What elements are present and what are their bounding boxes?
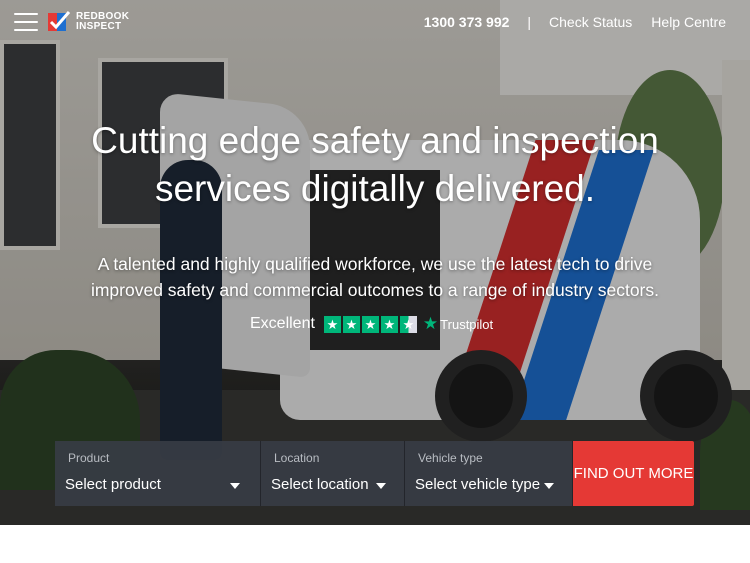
star-icon: ★ — [323, 315, 341, 333]
star-icon: ★ — [380, 315, 398, 333]
star-icon: ★ — [342, 315, 360, 333]
hero-subtext: A talented and highly qualified workforc… — [0, 251, 750, 303]
star-icon: ★ — [361, 315, 379, 333]
find-out-more-button[interactable]: FIND OUT MORE — [573, 441, 694, 506]
phone-link[interactable]: 1300 373 992 — [424, 14, 510, 30]
logo-wordmark: REDBOOK INSPECT — [76, 12, 129, 32]
check-status-link[interactable]: Check Status — [549, 14, 632, 30]
menu-line — [14, 13, 38, 15]
product-value: Select product — [65, 476, 161, 493]
redbook-check-logo-icon — [47, 10, 71, 34]
location-select[interactable]: Location Select location — [261, 441, 405, 506]
rating-stars: ★ ★ ★ ★ ★ — [323, 315, 417, 333]
product-select[interactable]: Product Select product — [55, 441, 261, 506]
nav-separator: | — [527, 14, 532, 30]
caret-down-icon — [544, 483, 554, 489]
top-nav: 1300 373 992 | Check Status Help Centre — [424, 14, 726, 30]
trustpilot-star-icon: ★ — [422, 314, 439, 333]
trustpilot-logo: ★ Trustpilot — [423, 314, 493, 334]
subtext-line: A talented and highly qualified workforc… — [97, 254, 653, 274]
caret-down-icon — [376, 483, 386, 489]
logo-line2: INSPECT — [76, 21, 122, 32]
location-label: Location — [274, 451, 320, 465]
product-label: Product — [68, 451, 110, 465]
menu-line — [14, 29, 38, 31]
trustpilot-rating[interactable]: Excellent ★ ★ ★ ★ ★ ★ Trustpilot — [250, 314, 493, 334]
menu-line — [14, 21, 38, 23]
caret-down-icon — [230, 483, 240, 489]
help-centre-link[interactable]: Help Centre — [651, 14, 726, 30]
rating-label: Excellent — [250, 315, 315, 332]
vehicle-type-value: Select vehicle type — [415, 476, 541, 493]
half-star-icon: ★ — [399, 315, 417, 333]
redbook-inspect-logo[interactable]: REDBOOK INSPECT — [47, 10, 129, 34]
hamburger-icon[interactable] — [14, 13, 38, 33]
hero-headline: Cutting edge safety and inspection servi… — [0, 117, 750, 213]
headline-line: Cutting edge safety and inspection — [91, 120, 659, 161]
vehicle-type-select[interactable]: Vehicle type Select vehicle type — [405, 441, 573, 506]
product-search-bar: Product Select product Location Select l… — [55, 441, 694, 506]
headline-line: services digitally delivered. — [154, 168, 596, 209]
trustpilot-wordmark: Trustpilot — [440, 316, 494, 332]
location-value: Select location — [271, 476, 369, 493]
subtext-line: improved safety and commercial outcomes … — [90, 280, 660, 300]
vehicle-type-label: Vehicle type — [418, 451, 483, 465]
page-content-start — [0, 525, 750, 563]
